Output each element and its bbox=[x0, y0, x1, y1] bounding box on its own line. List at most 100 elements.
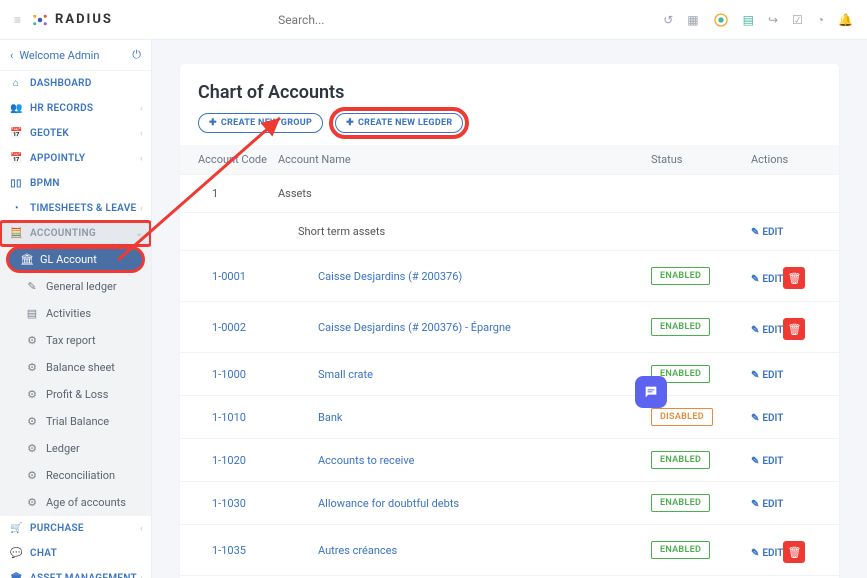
users-icon: 👥 bbox=[10, 103, 22, 114]
accounting-icon: 🧮 bbox=[10, 228, 22, 239]
power-icon[interactable]: ⏻ bbox=[132, 48, 141, 62]
clock-icon: ◔ bbox=[10, 203, 22, 214]
cell-account-name[interactable]: Allowance for doubtful debts bbox=[278, 497, 651, 510]
delete-button[interactable]: 🗑 bbox=[783, 318, 805, 340]
create-ledger-button[interactable]: ✚Create new legder bbox=[335, 113, 463, 133]
nav-hr-records[interactable]: 👥HR RECORDS‹ bbox=[0, 96, 151, 121]
cell-status: ENABLED bbox=[651, 451, 751, 469]
edit-icon: ✎ bbox=[751, 548, 759, 559]
edit-button[interactable]: ✎ EDIT bbox=[751, 499, 783, 510]
table-row: 1Assets bbox=[180, 174, 839, 212]
nav-ledger[interactable]: ⚙Ledger bbox=[0, 435, 151, 462]
nav-timesheets[interactable]: ◔TIMESHEETS & LEAVE‹ bbox=[0, 196, 151, 221]
history-icon[interactable]: ↺ bbox=[663, 13, 673, 27]
th-account-name: Account Name bbox=[278, 153, 651, 166]
calendar-icon[interactable]: ▦ bbox=[687, 13, 698, 27]
status-badge: DISABLED bbox=[651, 408, 713, 426]
cell-account-code[interactable]: 1-0002 bbox=[198, 321, 278, 334]
nav-activities[interactable]: ▤Activities bbox=[0, 300, 151, 327]
bank-icon: 🏛 bbox=[10, 573, 22, 578]
nav-bpmn[interactable]: ▯▯BPMN bbox=[0, 171, 151, 196]
edit-icon: ✎ bbox=[751, 370, 759, 381]
comment-icon[interactable]: ▤ bbox=[743, 13, 754, 27]
nav-appointly[interactable]: 📅APPOINTLY‹ bbox=[0, 146, 151, 171]
cell-account-name[interactable]: Bank bbox=[278, 411, 651, 424]
bank-icon: 🏛 bbox=[20, 253, 32, 266]
share-icon[interactable]: ↪ bbox=[768, 13, 778, 27]
cell-account-name[interactable]: Caisse Desjardins (# 200376) bbox=[278, 270, 651, 283]
nav-profit-loss[interactable]: ⚙Profit & Loss bbox=[0, 381, 151, 408]
delete-button[interactable]: 🗑 bbox=[783, 541, 805, 563]
cell-account-code[interactable]: 1-1020 bbox=[198, 454, 278, 467]
create-group-button[interactable]: ✚Create new group bbox=[198, 113, 323, 133]
cell-account-code[interactable]: 1-1030 bbox=[198, 497, 278, 510]
nav-asset-management[interactable]: 🏛ASSET MANAGEMENT‹ bbox=[0, 566, 151, 578]
nav-gl-account[interactable]: 🏛GL Account bbox=[8, 248, 143, 271]
nav-chat[interactable]: 💬CHAT bbox=[0, 541, 151, 566]
app-name: RADIUS bbox=[55, 12, 113, 27]
edit-button[interactable]: ✎ EDIT bbox=[751, 413, 783, 424]
chat-icon: 💬 bbox=[10, 548, 22, 559]
global-search-input[interactable] bbox=[278, 13, 498, 27]
topbar: ≡ RADIUS ↺ ▦ ▤ ↪ ☑ ◔ 🔔 bbox=[0, 0, 867, 40]
menu-toggle-icon[interactable]: ≡ bbox=[14, 13, 21, 27]
status-badge: ENABLED bbox=[651, 267, 710, 285]
cell-account-name[interactable]: Small crate bbox=[278, 368, 651, 381]
nav-geotek[interactable]: 📅GEOTEK‹ bbox=[0, 121, 151, 146]
edit-icon: ✎ bbox=[751, 499, 759, 510]
bell-icon[interactable]: 🔔 bbox=[838, 13, 853, 27]
chevron-left-icon: ‹ bbox=[140, 574, 143, 578]
edit-button[interactable]: ✎ EDIT bbox=[751, 325, 783, 336]
nav-age-accounts[interactable]: ⚙Age of accounts bbox=[0, 489, 151, 516]
back-icon[interactable]: ‹ bbox=[10, 49, 13, 62]
chevron-left-icon: ‹ bbox=[140, 129, 143, 139]
cell-actions: ✎ EDIT bbox=[751, 454, 821, 467]
floating-chat-button[interactable] bbox=[635, 376, 667, 408]
nav-dashboard[interactable]: ⌂DASHBOARD bbox=[0, 71, 151, 96]
edit-button[interactable]: ✎ EDIT bbox=[751, 456, 783, 467]
plus-icon: ✚ bbox=[346, 118, 354, 128]
edit-button[interactable]: ✎ EDIT bbox=[751, 274, 783, 285]
edit-icon: ✎ bbox=[751, 227, 759, 238]
nav-general-ledger[interactable]: ✎General ledger bbox=[0, 273, 151, 300]
trash-icon: 🗑 bbox=[787, 546, 801, 559]
cell-account-name: Assets bbox=[278, 187, 651, 200]
chevron-down-icon: ⌄ bbox=[135, 229, 143, 239]
tasks-icon[interactable]: ☑ bbox=[792, 13, 803, 27]
apps-icon[interactable] bbox=[713, 12, 729, 28]
delete-button[interactable]: 🗑 bbox=[783, 267, 805, 289]
edit-button[interactable]: ✎ EDIT bbox=[751, 548, 783, 559]
cell-status: DISABLED bbox=[651, 408, 751, 426]
cell-account-name[interactable]: Caisse Desjardins (# 200376) - Épargne bbox=[278, 321, 651, 334]
chevron-left-icon: ‹ bbox=[140, 154, 143, 164]
edit-button[interactable]: ✎ EDIT bbox=[751, 227, 783, 238]
nav-reconciliation[interactable]: ⚙Reconciliation bbox=[0, 462, 151, 489]
nav-balance-sheet[interactable]: ⚙Balance sheet bbox=[0, 354, 151, 381]
chevron-left-icon: ‹ bbox=[140, 524, 143, 534]
edit-icon: ✎ bbox=[751, 456, 759, 467]
gears-icon: ⚙ bbox=[26, 496, 38, 509]
cell-account-code[interactable]: 1-1010 bbox=[198, 411, 278, 424]
cell-account-name[interactable]: Autres créances bbox=[278, 544, 651, 557]
nav-purchase[interactable]: 🛒PURCHASE‹ bbox=[0, 516, 151, 541]
gears-icon: ⚙ bbox=[26, 388, 38, 401]
th-status: Status bbox=[651, 153, 751, 166]
app-logo[interactable]: RADIUS bbox=[31, 11, 113, 29]
edit-button[interactable]: ✎ EDIT bbox=[751, 370, 783, 381]
clock-icon[interactable]: ◔ bbox=[817, 13, 824, 27]
cell-account-code[interactable]: 1-1000 bbox=[198, 368, 278, 381]
cell-account-code[interactable]: 1-0001 bbox=[198, 270, 278, 283]
topbar-actions: ↺ ▦ ▤ ↪ ☑ ◔ 🔔 bbox=[663, 12, 853, 28]
table-body: 1AssetsShort term assets✎ EDIT1-0001Cais… bbox=[180, 174, 839, 578]
gears-icon: ⚙ bbox=[26, 334, 38, 347]
cell-account-code[interactable]: 1-1035 bbox=[198, 544, 278, 557]
cell-status: ENABLED bbox=[651, 541, 751, 559]
cell-actions: ✎ EDIT 🗑 bbox=[751, 537, 821, 563]
cell-account-name[interactable]: Accounts to receive bbox=[278, 454, 651, 467]
table-header: Account Code Account Name Status Actions bbox=[180, 145, 839, 174]
sidebar: ‹Welcome Admin ⏻ ⌂DASHBOARD 👥HR RECORDS‹… bbox=[0, 40, 152, 578]
nav-tax-report[interactable]: ⚙Tax report bbox=[0, 327, 151, 354]
status-badge: ENABLED bbox=[651, 451, 710, 469]
nav-accounting[interactable]: 🧮ACCOUNTING⌄ bbox=[0, 221, 151, 246]
nav-trial-balance[interactable]: ⚙Trial Balance bbox=[0, 408, 151, 435]
